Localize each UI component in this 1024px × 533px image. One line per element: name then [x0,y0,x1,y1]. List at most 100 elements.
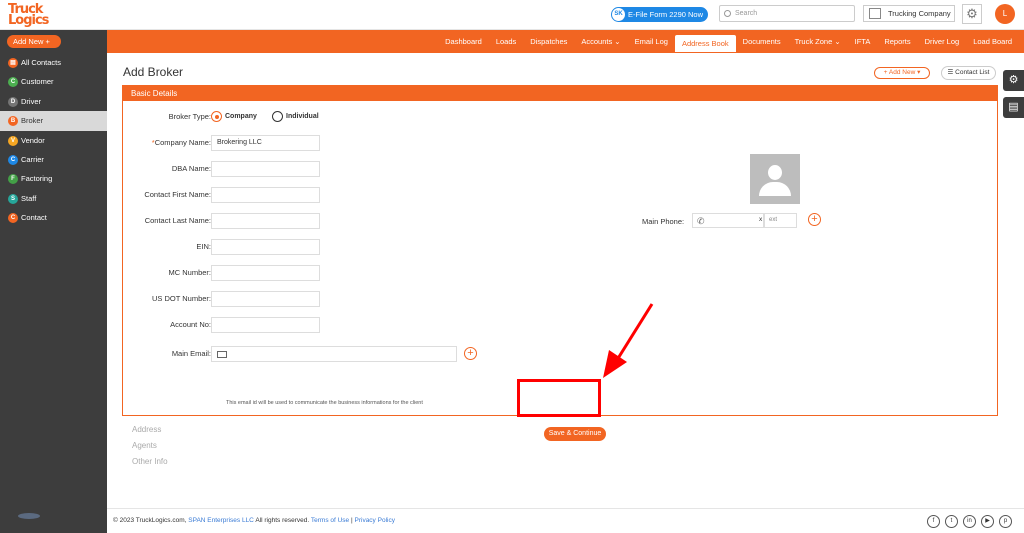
basic-details-panel: Basic Details Broker Type: Company Indiv… [122,85,998,441]
add-new-button[interactable]: Add New + [7,35,61,48]
sidebar-item-label: Broker [21,116,44,126]
linkedin-icon[interactable]: in [963,515,976,528]
first-name-label: Contact First Name: [144,190,211,199]
sidebar: ▤ All Contacts C Customer D Driver B Broker V Ven… [0,53,107,533]
customer-badge-icon: C [8,77,18,88]
sidebar-item-label: All Contacts [21,58,62,67]
nav-item-load-board[interactable]: Load Board [966,30,1019,53]
add-phone-plus-icon[interactable]: + [808,213,821,226]
section-link-address[interactable]: Address [132,425,161,434]
youtube-icon[interactable]: ▶ [981,515,994,528]
nav-item-address-book[interactable]: Address Book [674,35,736,52]
staff-badge-icon: S [8,193,18,204]
ein-input[interactable] [211,239,320,255]
nav-item-documents[interactable]: Documents [736,30,788,53]
sidebar-item-label: Customer [21,77,54,87]
broker-type-row: Broker Type: Company Individual [123,109,523,125]
efile-badge-icon: SK [612,8,625,21]
save-continue-button[interactable]: Save & Continue [544,427,606,441]
mc-input[interactable] [211,265,320,281]
last-name-input[interactable] [211,213,320,229]
radio-company-label: Company [225,113,257,120]
driver-badge-icon: D [8,96,18,107]
facebook-icon[interactable]: f [927,515,940,528]
contact-list-button[interactable]: ☰ Contact List [941,66,996,80]
sidebar-item-all-contacts[interactable]: ▤ All Contacts [0,53,107,72]
ext-input[interactable]: ext [763,213,797,228]
first-name-row: Contact First Name: [123,187,523,203]
email-row: Main Email: + [123,346,543,362]
factoring-badge-icon: F [8,174,18,185]
settings-widget-icon[interactable]: ⚙ [1003,70,1024,91]
trucklogics-logo[interactable]: Truck Logics [6,2,62,28]
nav-item-truck-zone[interactable]: Truck Zone ⌄ [788,30,848,53]
company-switcher[interactable]: Trucking Company [863,5,955,22]
broker-type-label: Broker Type: [168,112,211,121]
main-content: Add Broker + Add New ▾ ☰ Contact List Ba… [107,53,1024,533]
account-row: Account No: [123,317,523,333]
efile-label: E-File Form 2290 Now [628,10,704,19]
email-input[interactable] [211,346,457,362]
account-input[interactable] [211,317,320,333]
sidebar-item-broker[interactable]: B Broker [0,111,107,131]
footer-company-link[interactable]: SPAN Enterprises LLC [188,517,254,524]
notes-widget-icon[interactable]: ▤ [1003,97,1024,118]
dba-input[interactable] [211,161,320,177]
nav-item-accounts[interactable]: Accounts ⌄ [574,30,627,53]
company-name-input[interactable]: Brokering LLC [211,135,320,151]
social-links: f t in ▶ p [927,515,1012,528]
nav-item-loads[interactable]: Loads [489,30,523,53]
right-tools: ⚙ ▤ [1003,70,1024,118]
ext-x-label: x [759,216,763,223]
section-link-other-info[interactable]: Other Info [132,457,168,466]
nav-item-dispatches[interactable]: Dispatches [523,30,574,53]
twitter-icon[interactable]: t [945,515,958,528]
radio-company[interactable]: Company [211,111,257,123]
gear-icon[interactable]: ⚙ [962,4,982,24]
search-placeholder: Search [735,10,758,17]
person-body-icon [759,182,791,196]
section-link-agents[interactable]: Agents [132,441,157,450]
ein-label: EIN: [196,242,211,251]
add-email-plus-icon[interactable]: + [464,347,477,360]
phone-input[interactable]: ✆ [692,213,765,228]
radio-individual[interactable]: Individual [272,111,319,123]
pinterest-icon[interactable]: p [999,515,1012,528]
sidebar-item-carrier[interactable]: C Carrier [0,150,107,169]
person-head-icon [768,165,782,180]
top-bar: Truck Logics SK E-File Form 2290 Now Sea… [0,0,1024,30]
add-new-dropdown-button[interactable]: + Add New ▾ [874,67,930,79]
nav-item-dashboard[interactable]: Dashboard [438,30,489,53]
sidebar-item-label: Contact [21,213,47,223]
profile-photo-placeholder[interactable] [750,154,800,204]
sidebar-item-vendor[interactable]: V Vendor [0,131,107,150]
search-input[interactable]: Search [719,5,855,22]
usdot-input[interactable] [211,291,320,307]
sidebar-logo [18,513,40,519]
sidebar-item-label: Carrier [21,154,44,164]
email-label: Main Email: [171,349,211,358]
sidebar-item-contact[interactable]: C Contact [0,208,107,227]
company-name-label: *Company Name: [151,138,211,147]
last-name-label: Contact Last Name: [144,216,211,225]
privacy-link[interactable]: Privacy Policy [355,517,395,524]
sidebar-item-label: Factoring [21,174,53,184]
nav-item-driver-log[interactable]: Driver Log [918,30,967,53]
sidebar-item-driver[interactable]: D Driver [0,92,107,111]
company-name: Trucking Company [888,9,951,18]
section-title: Basic Details [123,86,997,101]
nav-item-ifta[interactable]: IFTA [848,30,878,53]
sidebar-item-label: Staff [21,193,37,203]
avatar[interactable]: L [995,4,1015,24]
sidebar-item-customer[interactable]: C Customer [0,72,107,91]
efile-2290-button[interactable]: SK E-File Form 2290 Now [611,7,708,22]
sidebar-item-staff[interactable]: S Staff [0,189,107,208]
nav-item-reports[interactable]: Reports [877,30,917,53]
footer-text: © 2023 TruckLogics.com, SPAN Enterprises… [113,517,395,524]
nav-item-email-log[interactable]: Email Log [628,30,675,53]
usdot-label: US DOT Number: [151,294,211,303]
terms-link[interactable]: Terms of Use [311,517,349,524]
sidebar-item-factoring[interactable]: F Factoring [0,169,107,188]
email-note: This email id will be used to communicat… [226,400,423,406]
first-name-input[interactable] [211,187,320,203]
